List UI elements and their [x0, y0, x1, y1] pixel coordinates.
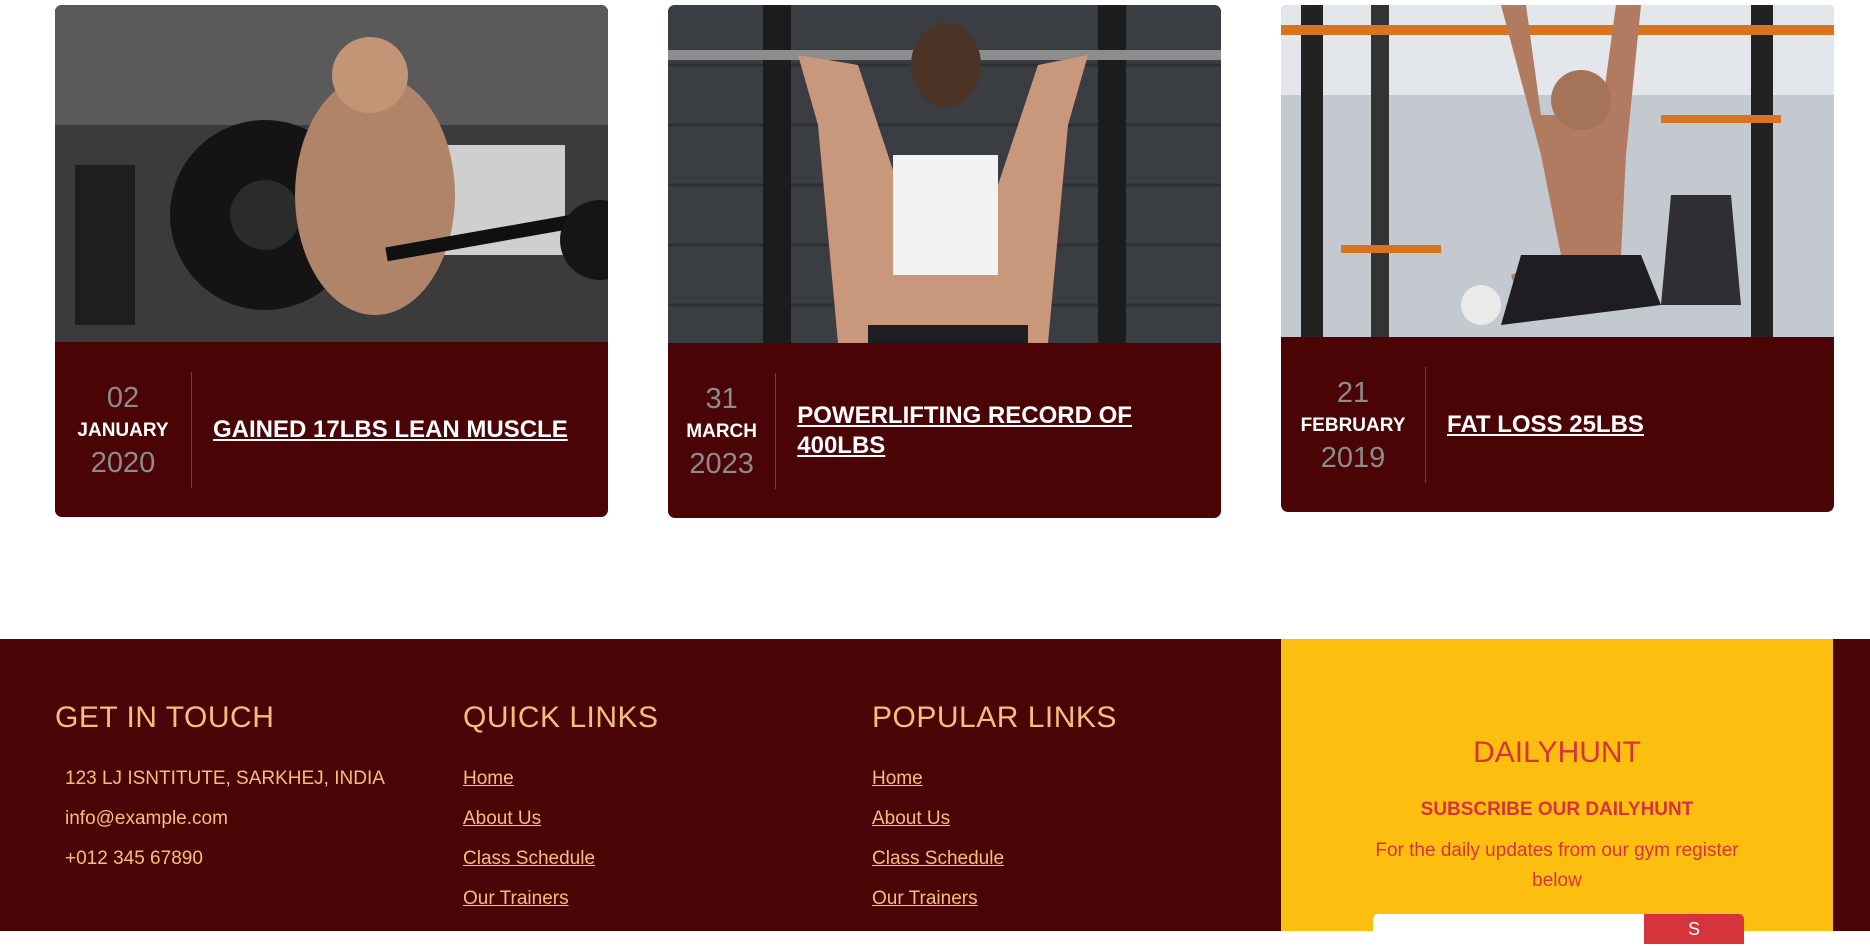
popular-link-class-schedule[interactable]: Class Schedule	[872, 839, 1252, 879]
quick-links-heading: QUICK LINKS	[463, 701, 659, 734]
newsletter-box: DAILYHUNT SUBSCRIBE OUR DAILYHUNT For th…	[1281, 639, 1833, 946]
popular-link-our-trainers[interactable]: Our Trainers	[872, 879, 1252, 919]
post-date-day: 02	[106, 381, 140, 414]
post-date-year: 2020	[90, 446, 156, 479]
newsletter-heading: DAILYHUNT	[1473, 736, 1641, 769]
post-title-link[interactable]: GAINED 17LBS LEAN MUSCLE	[192, 415, 608, 445]
quick-link-home[interactable]: Home	[463, 759, 843, 799]
popular-link-home[interactable]: Home	[872, 759, 1252, 799]
newsletter-description: For the daily updates from our gym regis…	[1375, 840, 1739, 891]
blog-card-footer: 02 JANUARY 2020 GAINED 17LBS LEAN MUSCLE	[55, 342, 608, 517]
blog-cards-section: 02 JANUARY 2020 GAINED 17LBS LEAN MUSCLE	[0, 0, 1870, 640]
post-date-day: 31	[705, 382, 738, 415]
post-date-year: 2023	[689, 447, 754, 480]
blog-card-footer: 21 FEBRUARY 2019 FAT LOSS 25LBS	[1281, 337, 1834, 512]
post-date-month: FEBRUARY	[1300, 414, 1406, 436]
post-date-month: MARCH	[686, 420, 757, 442]
quick-link-our-trainers[interactable]: Our Trainers	[463, 879, 843, 919]
blog-card-footer: 31 MARCH 2023 POWERLIFTING RECORD OF 400…	[668, 343, 1221, 518]
man-hanging-leg-raise-photo	[1281, 5, 1834, 337]
contact-address: 123 LJ ISNTITUTE, SARKHEJ, INDIA	[65, 768, 385, 789]
popular-links-list: Home About Us Class Schedule Our Trainer…	[872, 759, 1252, 919]
post-date-year: 2019	[1320, 441, 1386, 474]
blog-card: 02 JANUARY 2020 GAINED 17LBS LEAN MUSCLE	[55, 5, 608, 517]
post-date-day: 21	[1336, 376, 1370, 409]
blog-card-image	[55, 5, 608, 342]
contact-email: info@example.com	[65, 808, 228, 829]
contact-heading: GET IN TOUCH	[55, 701, 275, 734]
blog-card: 31 MARCH 2023 POWERLIFTING RECORD OF 400…	[668, 5, 1221, 518]
athlete-curling-photo	[55, 5, 608, 342]
post-date: 02 JANUARY 2020	[55, 371, 192, 488]
contact-list: 123 LJ ISNTITUTE, SARKHEJ, INDIA info@ex…	[55, 759, 435, 879]
newsletter-submit-button[interactable]: S	[1644, 914, 1744, 944]
contact-phone: +012 345 67890	[65, 848, 203, 869]
contact-column: GET IN TOUCH 123 LJ ISNTITUTE, SARKHEJ, …	[55, 699, 435, 879]
popular-links-column: POPULAR LINKS Home About Us Class Schedu…	[872, 699, 1252, 919]
quick-link-about[interactable]: About Us	[463, 799, 843, 839]
quick-links-list: Home About Us Class Schedule Our Trainer…	[463, 759, 843, 919]
post-date: 31 MARCH 2023	[668, 372, 777, 489]
blog-card-image	[668, 5, 1221, 343]
blog-card-image	[1281, 5, 1834, 337]
quick-link-class-schedule[interactable]: Class Schedule	[463, 839, 843, 879]
post-title-link[interactable]: FAT LOSS 25LBS	[1426, 410, 1684, 440]
post-date: 21 FEBRUARY 2019	[1281, 366, 1426, 483]
blog-card: 21 FEBRUARY 2019 FAT LOSS 25LBS	[1281, 5, 1834, 512]
popular-links-heading: POPULAR LINKS	[872, 701, 1117, 734]
newsletter-subheading: SUBSCRIBE OUR DAILYHUNT	[1420, 799, 1694, 820]
woman-pullup-photo	[668, 5, 1221, 343]
post-date-month: JANUARY	[77, 419, 169, 441]
quick-links-column: QUICK LINKS Home About Us Class Schedule…	[463, 699, 843, 919]
popular-link-about[interactable]: About Us	[872, 799, 1252, 839]
post-title-link[interactable]: POWERLIFTING RECORD OF 400LBS	[776, 401, 1221, 461]
site-footer: GET IN TOUCH 123 LJ ISNTITUTE, SARKHEJ, …	[0, 639, 1870, 946]
newsletter-email-input[interactable]	[1373, 914, 1648, 946]
